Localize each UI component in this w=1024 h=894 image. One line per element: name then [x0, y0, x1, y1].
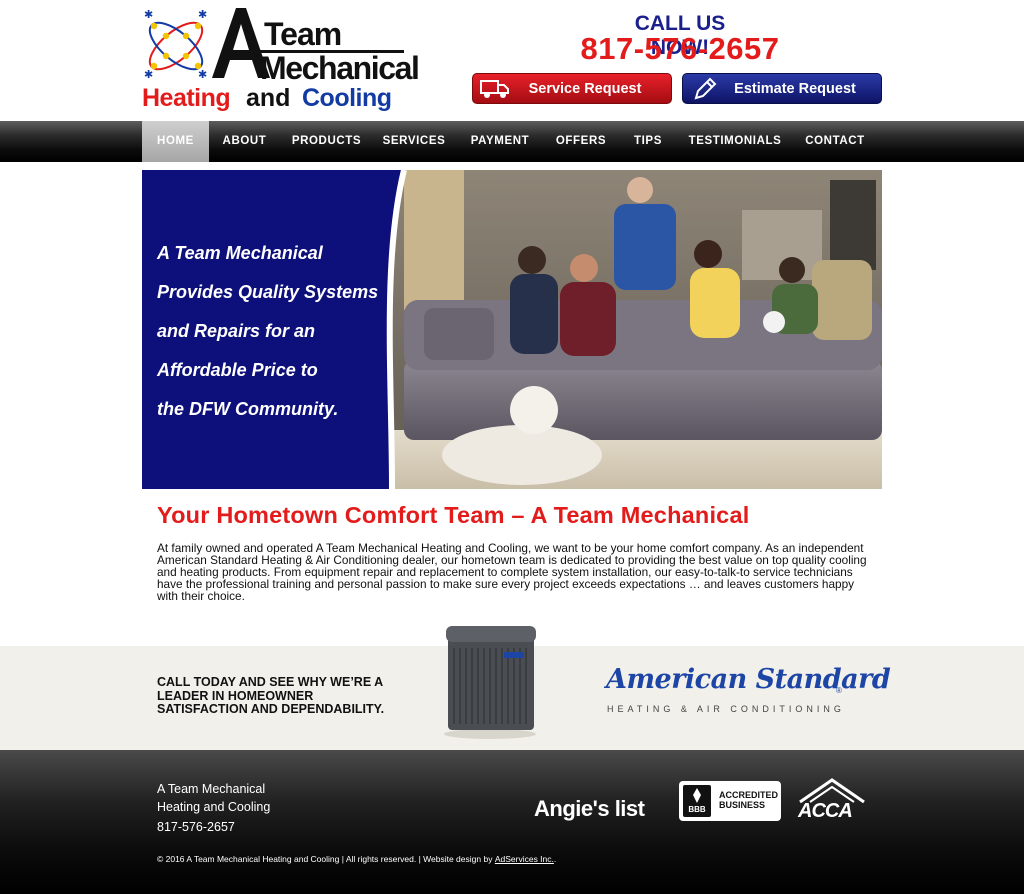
header-phone[interactable]: 817-576-2657 [576, 31, 784, 67]
nav-products[interactable]: PRODUCTS [280, 121, 373, 162]
footer-phone[interactable]: 817-576-2657 [157, 820, 235, 834]
nav-offers[interactable]: OFFERS [545, 121, 617, 162]
hero-banner: A Team Mechanical Provides Quality Syste… [142, 170, 882, 489]
nav-home[interactable]: HOME [142, 121, 209, 162]
footer-name-line: Heating and Cooling [157, 800, 271, 814]
ac-unit-image [444, 626, 536, 739]
logo-word-team: Team [264, 16, 342, 52]
copyright-line: © 2016 A Team Mechanical Heating and Coo… [157, 854, 556, 864]
nav-list: HOME ABOUT PRODUCTS SERVICES PAYMENT OFF… [142, 121, 879, 162]
promo-line: SATISFACTION AND DEPENDABILITY. [157, 702, 385, 716]
bbb-line: ACCREDITED [719, 790, 779, 800]
nav-services[interactable]: SERVICES [373, 121, 455, 162]
bbb-text: ACCREDITED BUSINESS [719, 790, 778, 810]
nav-contact[interactable]: CONTACT [791, 121, 879, 162]
logo-word-mechanical: Mechanical [260, 50, 420, 86]
intro-paragraph: At family owned and operated A Team Mech… [157, 541, 867, 603]
truck-icon [473, 78, 517, 100]
hero-line: the DFW Community. [157, 399, 339, 419]
main-nav: HOME ABOUT PRODUCTS SERVICES PAYMENT OFF… [0, 121, 1024, 162]
copyright-text: © 2016 A Team Mechanical Heating and Coo… [157, 854, 493, 864]
acca-badge[interactable]: ACCA [798, 800, 853, 823]
service-request-label: Service Request [528, 80, 642, 97]
american-standard-logo: American Standard [606, 664, 891, 695]
nav-payment[interactable]: PAYMENT [455, 121, 545, 162]
american-standard-tagline: HEATING & AIR CONDITIONING [607, 704, 845, 714]
registered-mark: ® [836, 686, 842, 695]
nav-tips[interactable]: TIPS [617, 121, 679, 162]
svg-text:✱: ✱ [198, 8, 207, 21]
angies-list-badge[interactable]: Angie's list [534, 796, 645, 822]
page-headline: Your Hometown Comfort Team – A Team Mech… [157, 502, 750, 528]
promo-text: CALL TODAY AND SEE WHY WE’RE A LEADER IN… [157, 675, 397, 717]
logo-word-and: and [246, 84, 291, 112]
bbb-line: BUSINESS [719, 800, 766, 810]
logo-word-cooling: Cooling [302, 84, 392, 112]
hero-line: A Team Mechanical [157, 243, 323, 263]
pencil-icon [683, 76, 727, 102]
nav-about[interactable]: ABOUT [209, 121, 280, 162]
hero-line: Provides Quality Systems [157, 282, 379, 302]
promo-line: LEADER IN HOMEOWNER [157, 688, 314, 703]
bbb-accredited-badge[interactable]: BBB ACCREDITED BUSINESS [679, 781, 781, 821]
hero-tagline: A Team Mechanical Provides Quality Syste… [157, 234, 407, 429]
svg-text:✱: ✱ [144, 8, 153, 21]
designer-link[interactable]: AdServices Inc. [495, 854, 554, 864]
hero-line: Affordable Price to [157, 360, 318, 380]
company-logo[interactable]: ✱ ✱ ✱ ✱ Team Mechanical Heating and Cool… [142, 6, 420, 114]
site-header: ✱ ✱ ✱ ✱ Team Mechanical Heating and Cool… [0, 0, 1024, 121]
logo-word-heating: Heating [142, 84, 231, 112]
promo-line: CALL TODAY AND SEE WHY WE’RE A [157, 675, 384, 689]
footer-company-name: A Team Mechanical Heating and Cooling [157, 780, 270, 816]
svg-text:✱: ✱ [198, 68, 207, 81]
copyright-end: . [553, 854, 557, 864]
hero-line: and Repairs for an [157, 321, 316, 341]
site-footer [0, 750, 1024, 894]
footer-name-line: A Team Mechanical [157, 782, 266, 796]
estimate-request-button[interactable]: Estimate Request [682, 73, 882, 104]
estimate-request-label: Estimate Request [734, 80, 856, 97]
nav-testimonials[interactable]: TESTIMONIALS [679, 121, 791, 162]
bbb-torch-icon: BBB [683, 785, 711, 817]
svg-text:✱: ✱ [144, 68, 153, 81]
service-request-button[interactable]: Service Request [472, 73, 672, 104]
